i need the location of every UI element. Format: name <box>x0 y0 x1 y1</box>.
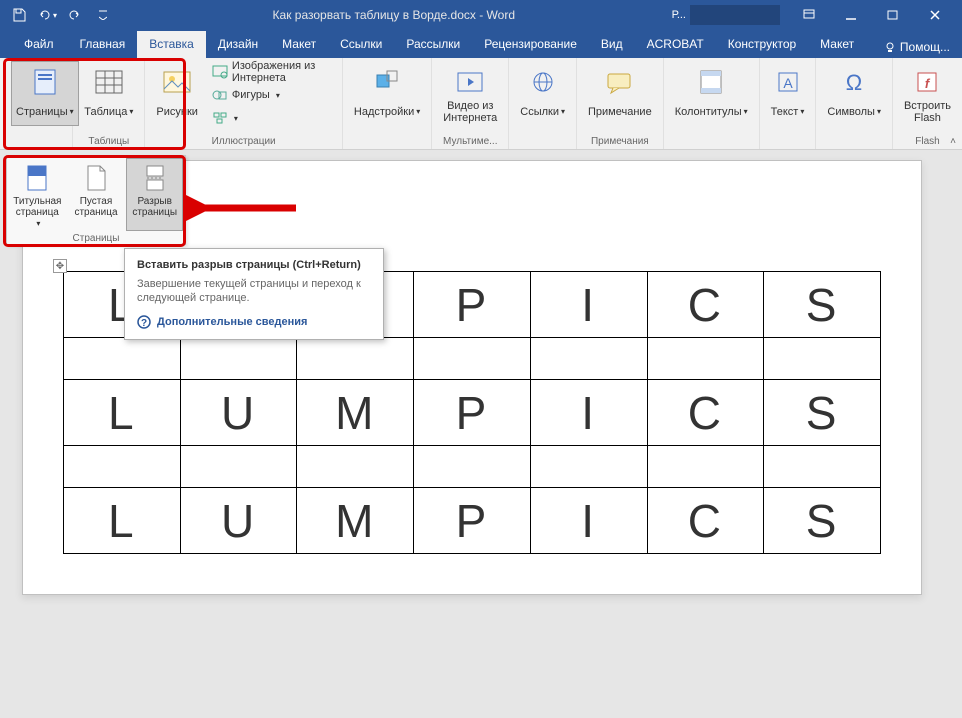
ribbon-tabs: Файл Главная Вставка Дизайн Макет Ссылки… <box>0 30 962 58</box>
page-break-icon <box>144 164 166 192</box>
cover-page-button[interactable]: Титульная страница▾ <box>9 158 66 231</box>
svg-text:Ω: Ω <box>846 70 862 95</box>
comment-button[interactable]: Примечание <box>583 61 657 126</box>
tab-references[interactable]: Ссылки <box>328 31 394 58</box>
minimize-button[interactable] <box>830 1 872 29</box>
cover-page-icon <box>26 164 48 192</box>
addins-icon <box>373 69 401 95</box>
tab-table-layout[interactable]: Макет <box>808 31 866 58</box>
qat-customize-button[interactable] <box>90 2 116 28</box>
tab-review[interactable]: Рецензирование <box>472 31 589 58</box>
tab-view[interactable]: Вид <box>589 31 635 58</box>
table-move-handle[interactable]: ✥ <box>53 259 67 273</box>
group-multimedia: Видео из Интернета Мультиме... <box>432 58 509 149</box>
tab-layout[interactable]: Макет <box>270 31 328 58</box>
undo-button[interactable]: ▾ <box>34 2 60 28</box>
links-button[interactable]: Ссылки▾ <box>515 61 570 126</box>
redo-button[interactable] <box>62 2 88 28</box>
group-headerfooter: Колонтитулы▾ <box>664 58 760 149</box>
headerfooter-button[interactable]: Колонтитулы▾ <box>670 61 753 126</box>
svg-text:A: A <box>783 75 793 91</box>
group-symbols: Ω Символы▾ <box>816 58 893 149</box>
online-video-button[interactable]: Видео из Интернета <box>438 61 502 126</box>
quick-access-toolbar: ▾ <box>6 2 116 28</box>
ribbon: Страницы▾ Таблица▾ Таблицы Рисунки Изобр… <box>0 58 962 150</box>
user-label: Р... <box>672 9 686 21</box>
links-icon <box>529 69 557 95</box>
user-info[interactable] <box>690 5 780 25</box>
shapes-icon <box>212 88 228 102</box>
pictures-button[interactable]: Рисунки <box>151 61 203 126</box>
tab-file[interactable]: Файл <box>12 31 66 58</box>
group-illustrations: Рисунки Изображения из Интернета Фигуры▾… <box>145 58 342 149</box>
text-icon: A <box>775 69 801 95</box>
smartart-icon <box>212 111 228 125</box>
collapse-ribbon-button[interactable]: ˄ <box>950 136 956 147</box>
comment-icon <box>605 69 635 95</box>
table-button[interactable]: Таблица▾ <box>79 61 138 126</box>
more-illustrations-button[interactable]: ▾ <box>207 107 336 129</box>
headerfooter-icon <box>697 69 725 95</box>
close-button[interactable] <box>914 1 956 29</box>
blank-page-icon <box>85 164 107 192</box>
group-text: A Текст▾ <box>760 58 817 149</box>
symbols-button[interactable]: Ω Символы▾ <box>822 61 886 126</box>
table-row[interactable] <box>64 446 881 488</box>
tooltip-title: Вставить разрыв страницы (Ctrl+Return) <box>137 259 371 271</box>
save-button[interactable] <box>6 2 32 28</box>
pages-button[interactable]: Страницы▾ <box>11 61 79 126</box>
pictures-icon <box>162 69 192 95</box>
title-bar: ▾ Как разорвать таблицу в Ворде.docx - W… <box>0 0 962 30</box>
tab-home[interactable]: Главная <box>68 31 138 58</box>
symbols-icon: Ω <box>841 69 867 95</box>
group-addins: Надстройки▾ <box>343 58 432 149</box>
maximize-button[interactable] <box>872 1 914 29</box>
annotation-arrow <box>186 193 306 223</box>
table-row[interactable]: LUMPICS <box>64 488 881 554</box>
tab-table-design[interactable]: Конструктор <box>716 31 808 58</box>
tab-mailings[interactable]: Рассылки <box>394 31 472 58</box>
group-links: Ссылки▾ <box>509 58 577 149</box>
online-images-button[interactable]: Изображения из Интернета <box>207 61 336 83</box>
flash-button[interactable]: f Встроить Flash <box>899 61 956 126</box>
tab-design[interactable]: Дизайн <box>206 31 270 58</box>
svg-text:?: ? <box>141 318 147 329</box>
group-tables: Таблица▾ Таблицы <box>73 58 145 149</box>
online-images-icon <box>212 65 228 79</box>
addins-button[interactable]: Надстройки▾ <box>349 61 425 126</box>
video-icon <box>455 69 485 95</box>
pages-icon <box>32 68 58 96</box>
text-button[interactable]: A Текст▾ <box>766 61 810 126</box>
tooltip: Вставить разрыв страницы (Ctrl+Return) З… <box>124 248 384 340</box>
group-pages: Страницы▾ <box>5 58 73 149</box>
group-comments: Примечание Примечания <box>577 58 664 149</box>
tab-acrobat[interactable]: ACROBAT <box>635 31 716 58</box>
ribbon-options-button[interactable] <box>788 1 830 29</box>
tooltip-description: Завершение текущей страницы и переход к … <box>137 277 371 305</box>
flash-icon: f <box>914 69 940 95</box>
page-break-button[interactable]: Разрыв страницы <box>126 158 183 231</box>
tooltip-more-info-link[interactable]: ? Дополнительные сведения <box>137 315 371 329</box>
window-controls <box>788 1 956 29</box>
table-row[interactable]: LUMPICS <box>64 380 881 446</box>
pages-dropdown-panel: Титульная страница▾ Пустая страница Разр… <box>6 155 186 245</box>
table-row[interactable] <box>64 338 881 380</box>
blank-page-button[interactable]: Пустая страница <box>68 158 125 231</box>
tab-insert[interactable]: Вставка <box>137 31 206 58</box>
shapes-button[interactable]: Фигуры▾ <box>207 84 336 106</box>
lightbulb-icon <box>884 41 896 53</box>
document-title: Как разорвать таблицу в Ворде.docx - Wor… <box>116 8 672 22</box>
tell-me[interactable]: Помощ... <box>876 40 962 58</box>
help-icon: ? <box>137 315 151 329</box>
table-icon <box>94 68 124 96</box>
